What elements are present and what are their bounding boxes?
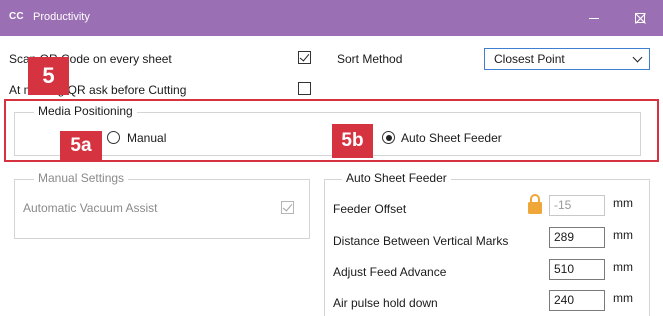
- feed-advance-unit: mm: [613, 260, 633, 274]
- sort-method-value: Closest Point: [494, 52, 565, 66]
- vertical-marks-unit: mm: [613, 228, 633, 242]
- feeder-offset-unit: mm: [613, 196, 633, 210]
- vertical-marks-label: Distance Between Vertical Marks: [333, 234, 509, 248]
- feeder-offset-input[interactable]: -15: [549, 195, 605, 216]
- vertical-marks-input[interactable]: 289: [549, 227, 605, 248]
- air-pulse-unit: mm: [613, 291, 633, 305]
- app-logo: CC: [9, 11, 24, 22]
- vacuum-assist-checkbox[interactable]: [281, 201, 294, 214]
- feed-advance-label: Adjust Feed Advance: [333, 265, 447, 279]
- chevron-down-icon: [632, 52, 643, 63]
- callout-badge-5b: 5b: [332, 124, 373, 158]
- auto-sheet-feeder-title: Auto Sheet Feeder: [342, 171, 451, 185]
- qr-code-checkbox[interactable]: [298, 51, 311, 64]
- title-bar: CC Productivity: [0, 0, 663, 36]
- missing-qr-checkbox[interactable]: [298, 82, 311, 95]
- callout-badge-5: 5: [28, 57, 69, 95]
- air-pulse-label: Air pulse hold down: [333, 296, 438, 310]
- close-button[interactable]: [617, 0, 663, 36]
- minimize-icon: [589, 17, 599, 19]
- sort-method-label: Sort Method: [337, 52, 403, 66]
- feed-advance-input[interactable]: 510: [549, 259, 605, 280]
- minimize-button[interactable]: [571, 0, 617, 36]
- close-icon: [634, 12, 646, 24]
- sort-method-select[interactable]: Closest Point: [484, 48, 650, 70]
- window-title: Productivity: [33, 11, 90, 23]
- feeder-offset-label: Feeder Offset: [333, 202, 407, 216]
- lock-icon[interactable]: [527, 193, 543, 215]
- callout-badge-5a: 5a: [60, 131, 102, 160]
- manual-settings-title: Manual Settings: [34, 171, 129, 185]
- air-pulse-input[interactable]: 240: [549, 290, 605, 311]
- vacuum-assist-label: Automatic Vacuum Assist: [23, 201, 158, 215]
